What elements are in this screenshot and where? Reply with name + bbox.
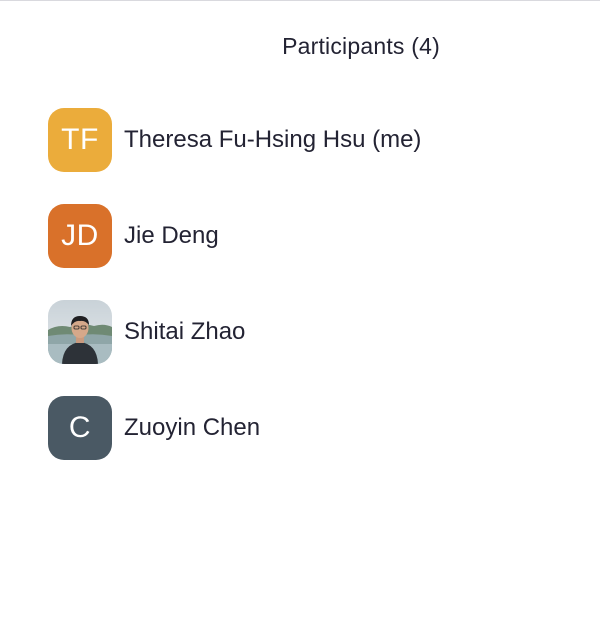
avatar-photo	[48, 300, 112, 364]
avatar-initials: C	[68, 411, 92, 444]
participant-name: Jie Deng	[124, 222, 219, 249]
profile-photo-icon	[48, 300, 112, 364]
avatar: C	[48, 396, 112, 460]
avatar: TF	[48, 108, 112, 172]
avatar-initials: TF	[61, 123, 99, 156]
participant-row[interactable]: C Zuoyin Chen	[48, 396, 421, 460]
avatar: JD	[48, 204, 112, 268]
avatar-initials: JD	[61, 219, 99, 252]
participants-title: Participants (4)	[282, 33, 440, 59]
participant-row[interactable]: TF Theresa Fu-Hsing Hsu (me)	[48, 108, 421, 172]
participant-name: Zuoyin Chen	[124, 414, 261, 441]
participant-row[interactable]: JD Jie Deng	[48, 204, 421, 268]
top-divider	[0, 0, 600, 1]
participant-name: Theresa Fu-Hsing Hsu (me)	[124, 126, 422, 153]
participant-row[interactable]: Shitai Zhao	[48, 300, 421, 364]
participant-list: TF Theresa Fu-Hsing Hsu (me) JD Jie Deng	[48, 108, 421, 492]
participant-name: Shitai Zhao	[124, 318, 246, 345]
